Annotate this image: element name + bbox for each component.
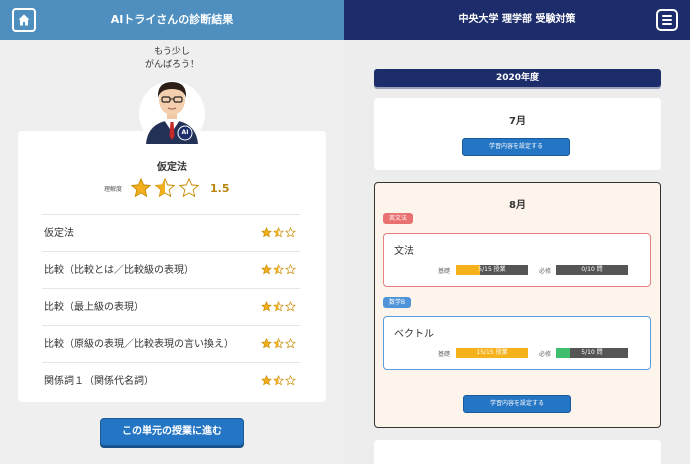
topic-label: 比較（最上級の表現） (44, 302, 144, 313)
month-card-next (374, 440, 661, 464)
subject-card-grammar[interactable]: 文法 基礎 5/15 授業 必修 0/10 問 (383, 233, 651, 287)
required-label: 必修 (539, 351, 552, 358)
star-full-icon (130, 177, 152, 198)
diagnosis-panel: AIトライさんの診断結果 もう少し がんばろう！ AI 仮定法 理解度 1.5 … (0, 0, 344, 464)
star-empty-icon (285, 227, 296, 238)
study-plan-panel: 中央大学 理学部 受験対策 2020年度 7月 学習内容を設定する 8月 英文法… (344, 0, 690, 464)
subject-tag: 数学B (383, 297, 412, 308)
year-header: 2020年度 (374, 69, 661, 87)
study-plan-header: 中央大学 理学部 受験対策 (344, 0, 690, 40)
topic-row[interactable]: 比較（比較とは／比較級の表現） (42, 251, 300, 288)
menu-icon (662, 15, 672, 17)
home-icon (18, 14, 30, 26)
star-full-icon (261, 338, 272, 349)
month-card-august: 8月 英文法 文法 基礎 5/15 授業 必修 0/10 問 数学B ベクトル … (374, 182, 661, 428)
star-half-icon (273, 375, 284, 386)
basic-progress-text: 5/15 授業 (478, 266, 506, 273)
topic-row[interactable]: 関係詞１（関係代名詞） (42, 362, 300, 399)
topic-stars (261, 301, 296, 312)
avatar-badge: AI (181, 129, 189, 136)
speech-bubble: もう少し がんばろう！ (132, 46, 212, 72)
basic-label: 基礎 (438, 351, 451, 358)
required-progress-text: 0/10 問 (581, 266, 603, 273)
topic-row[interactable]: 比較（原級の表現／比較表現の言い換え） (42, 325, 300, 362)
topic-stars (261, 375, 296, 386)
unit-name: 仮定法 (157, 162, 187, 173)
home-button[interactable] (12, 8, 36, 32)
star-empty-icon (178, 177, 200, 198)
study-plan-title: 中央大学 理学部 受験対策 (458, 14, 576, 25)
speech-line-1: もう少し (154, 47, 190, 57)
star-empty-icon (285, 338, 296, 349)
rating-stars (130, 177, 200, 199)
diagnosis-header: AIトライさんの診断結果 (0, 0, 344, 40)
subject-name: ベクトル (394, 329, 434, 340)
basic-progress-bar: 15/15 授業 (456, 348, 528, 358)
required-progress-text: 5/10 問 (581, 349, 603, 356)
star-full-icon (261, 301, 272, 312)
subject-card-vectors[interactable]: ベクトル 基礎 15/15 授業 必修 5/10 問 (383, 316, 651, 370)
rating-label: 理解度 (104, 185, 123, 193)
topic-label: 比較（比較とは／比較級の表現） (44, 265, 194, 276)
set-study-content-button[interactable]: 学習内容を設定する (463, 395, 571, 413)
star-full-icon (261, 227, 272, 238)
subject-name: 文法 (394, 246, 414, 257)
topic-stars (261, 338, 296, 349)
star-half-icon (273, 227, 284, 238)
topic-stars (261, 227, 296, 238)
diagnosis-title: AIトライさんの診断結果 (110, 13, 234, 26)
basic-progress-bar: 5/15 授業 (456, 265, 528, 275)
tutor-avatar (139, 81, 205, 146)
star-half-icon (273, 338, 284, 349)
topic-stars (261, 264, 296, 275)
star-half-icon (154, 177, 176, 198)
topic-label: 仮定法 (44, 228, 74, 239)
subject-tag: 英文法 (383, 213, 414, 224)
star-full-icon (261, 264, 272, 275)
understanding-rating: 理解度 1.5 (104, 176, 230, 200)
basic-label: 基礎 (438, 268, 451, 275)
required-progress-bar: 0/10 問 (556, 265, 628, 275)
rating-value: 1.5 (210, 181, 230, 195)
basic-progress-text: 15/15 授業 (476, 349, 508, 356)
star-empty-icon (285, 264, 296, 275)
month-card-july: 7月 学習内容を設定する (374, 98, 661, 170)
proceed-to-lesson-button[interactable]: この単元の授業に進む (100, 418, 244, 446)
star-full-icon (261, 375, 272, 386)
set-study-content-button[interactable]: 学習内容を設定する (462, 138, 570, 156)
required-label: 必修 (539, 268, 552, 275)
topic-label: 比較（原級の表現／比較表現の言い換え） (44, 339, 234, 350)
topic-row[interactable]: 比較（最上級の表現） (42, 288, 300, 325)
required-progress-bar: 5/10 問 (556, 348, 628, 358)
month-title: 7月 (509, 116, 526, 127)
star-empty-icon (285, 301, 296, 312)
topic-row[interactable]: 仮定法 (42, 214, 300, 251)
star-half-icon (273, 264, 284, 275)
star-empty-icon (285, 375, 296, 386)
star-half-icon (273, 301, 284, 312)
month-title: 8月 (509, 200, 526, 211)
topic-label: 関係詞１（関係代名詞） (44, 376, 154, 387)
menu-button[interactable] (656, 9, 678, 31)
